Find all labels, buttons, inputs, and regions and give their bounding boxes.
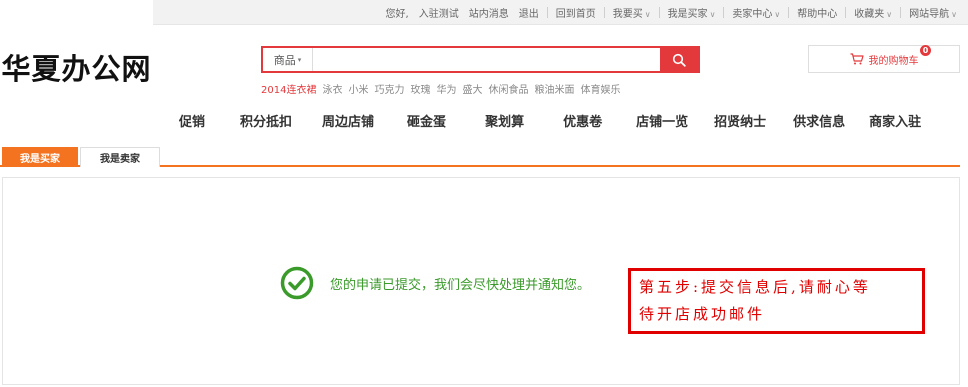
greeting-text: 您好,: [385, 9, 409, 20]
hot-word-link[interactable]: 体育娱乐: [580, 81, 620, 96]
hot-word-link[interactable]: 2014连衣裙: [261, 81, 316, 96]
nav-item-promotion[interactable]: 促销: [179, 111, 205, 133]
menu-buyer-label: 我是买家: [667, 9, 708, 20]
account-tabs: 我是买家 我是卖家: [0, 147, 960, 167]
hot-word-link[interactable]: 小米: [348, 81, 368, 96]
menu-site-nav-label: 网站导航: [909, 9, 950, 20]
cart-label: 我的购物车: [868, 55, 919, 67]
hot-word-link[interactable]: 巧克力: [374, 81, 404, 96]
top-nav: 您好, 入驻测试 站内消息 退出 回到首页 我要买 ∨ 我是买家 ∨ 卖家中心 ∨ 帮…: [381, 0, 962, 25]
nav-item-coupons[interactable]: 优惠卷: [563, 111, 602, 133]
site-logo-text: 华夏办公网: [1, 52, 152, 86]
success-message: 您的申请已提交，我们会尽快处理并通知您。: [280, 266, 590, 300]
nav-item-supply-demand[interactable]: 供求信息: [793, 111, 845, 133]
nav-item-nearby-shops[interactable]: 周边店铺: [322, 111, 374, 133]
search-category-select[interactable]: 商品 ▾: [263, 48, 313, 71]
link-settle-test[interactable]: 入驻测试: [414, 5, 464, 20]
link-logout[interactable]: 退出: [514, 5, 544, 20]
link-help-center[interactable]: 帮助中心: [792, 5, 842, 20]
success-text: 您的申请已提交，我们会尽快处理并通知您。: [330, 277, 591, 293]
chevron-down-icon: ∨: [644, 10, 651, 19]
search-bar: 商品 ▾: [261, 46, 700, 73]
shopping-cart-icon: [850, 53, 864, 65]
nav-item-recruitment[interactable]: 招贤纳士: [714, 111, 766, 133]
caret-down-icon: ▾: [297, 55, 302, 64]
hot-word-link[interactable]: 泳衣: [322, 81, 342, 96]
search-icon: [672, 53, 686, 67]
chevron-down-icon: ∨: [951, 10, 957, 19]
menu-i-want-buy[interactable]: 我要买 ∨: [608, 5, 656, 20]
divider: [900, 7, 902, 18]
menu-favorites-label: 收藏夹: [854, 9, 885, 20]
menu-seller-center[interactable]: 卖家中心 ∨: [727, 5, 785, 20]
hot-word-link[interactable]: 盛大: [462, 81, 482, 96]
link-home[interactable]: 回到首页: [551, 5, 601, 20]
menu-buyer[interactable]: 我是买家 ∨: [663, 5, 721, 20]
tab-buyer[interactable]: 我是买家: [2, 147, 78, 167]
hot-word-link[interactable]: 休闲食品: [488, 81, 528, 96]
hot-word-link[interactable]: 粮油米面: [534, 81, 574, 96]
hot-words: 2014连衣裙 泳衣 小米 巧克力 玫瑰 华为 盛大 休闲食品 粮油米面 体育娱…: [261, 81, 626, 96]
nav-item-points[interactable]: 积分抵扣: [240, 111, 292, 133]
hot-word-link[interactable]: 玫瑰: [410, 81, 430, 96]
step-annotation-box: 第五步:提交信息后,请耐心等 待开店成功邮件: [628, 268, 925, 334]
site-logo[interactable]: 华夏办公网: [0, 0, 153, 134]
check-circle-icon: [280, 266, 314, 300]
nav-item-merchant-join[interactable]: 商家入驻: [869, 111, 921, 133]
nav-item-group-buy[interactable]: 聚划算: [485, 111, 524, 133]
chevron-down-icon: ∨: [709, 10, 716, 19]
divider: [845, 7, 847, 18]
menu-site-nav[interactable]: 网站导航 ∨: [904, 5, 962, 20]
search-category-label: 商品: [273, 53, 296, 67]
menu-i-want-buy-label: 我要买: [612, 9, 643, 20]
search-input[interactable]: [313, 48, 660, 71]
divider: [658, 7, 660, 18]
cart-button[interactable]: 我的购物车: [808, 45, 960, 73]
divider: [788, 7, 790, 18]
nav-item-golden-egg[interactable]: 砸金蛋: [407, 111, 446, 133]
menu-seller-center-label: 卖家中心: [732, 9, 773, 20]
divider: [546, 7, 548, 18]
annotation-line-1: 第五步:提交信息后,请耐心等: [639, 278, 871, 296]
chevron-down-icon: ∨: [886, 10, 893, 19]
link-messages[interactable]: 站内消息: [464, 5, 514, 20]
annotation-line-2: 待开店成功邮件: [639, 305, 766, 323]
cart-count-badge: 0: [920, 45, 931, 56]
chevron-down-icon: ∨: [774, 10, 781, 19]
main-nav: 促销 积分抵扣 周边店铺 砸金蛋 聚划算 优惠卷 店铺一览 招贤纳士 供求信息 …: [165, 111, 921, 133]
nav-item-shop-list[interactable]: 店铺一览: [636, 111, 688, 133]
tab-seller[interactable]: 我是卖家: [80, 147, 160, 167]
menu-favorites[interactable]: 收藏夹 ∨: [849, 5, 897, 20]
divider: [603, 7, 605, 18]
search-button[interactable]: [660, 48, 698, 71]
hot-word-link[interactable]: 华为: [436, 81, 456, 96]
divider: [723, 7, 725, 18]
